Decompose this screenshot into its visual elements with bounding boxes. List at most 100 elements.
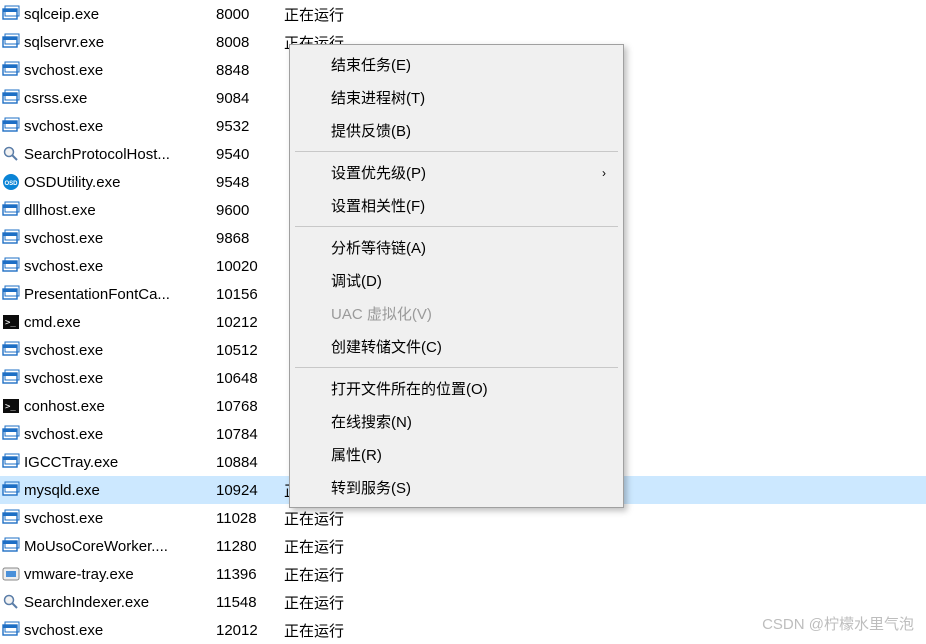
process-status-cell[interactable]: 正在运行 xyxy=(280,592,926,613)
process-name-cell[interactable]: svchost.exe xyxy=(0,61,212,79)
process-name-cell[interactable]: SearchProtocolHost... xyxy=(0,145,212,163)
context-menu[interactable]: 结束任务(E) 结束进程树(T) 提供反馈(B) 设置优先级(P)›设置相关性(F) 分… xyxy=(289,44,624,508)
menu-item[interactable]: 创建转储文件(C) xyxy=(293,330,620,363)
process-name-cell[interactable]: OSD OSDUtility.exe xyxy=(0,173,212,191)
window-icon xyxy=(2,425,20,443)
menu-item[interactable]: 提供反馈(B) xyxy=(293,114,620,147)
process-row[interactable]: vmware-tray.exe11396正在运行 xyxy=(0,560,926,588)
process-name-cell[interactable]: svchost.exe xyxy=(0,621,212,639)
process-pid-cell[interactable]: 10784 xyxy=(212,426,280,443)
process-row[interactable]: sqlceip.exe8000正在运行 xyxy=(0,0,926,28)
process-name-cell[interactable]: sqlceip.exe xyxy=(0,5,212,23)
process-pid-cell[interactable]: 9600 xyxy=(212,202,280,219)
process-status-cell[interactable]: 正在运行 xyxy=(280,564,926,585)
window-icon xyxy=(2,369,20,387)
process-pid-cell[interactable]: 10156 xyxy=(212,286,280,303)
process-name-cell[interactable]: svchost.exe xyxy=(0,341,212,359)
menu-item[interactable]: 打开文件所在的位置(O) xyxy=(293,372,620,405)
process-name-label: svchost.exe xyxy=(24,258,103,275)
process-pid-label: 10212 xyxy=(216,314,258,331)
process-name-label: svchost.exe xyxy=(24,230,103,247)
process-pid-cell[interactable]: 10768 xyxy=(212,398,280,415)
process-pid-label: 9084 xyxy=(216,90,249,107)
menu-item-label: UAC 虚拟化(V) xyxy=(331,306,432,323)
process-name-cell[interactable]: svchost.exe xyxy=(0,425,212,443)
svg-text:OSD: OSD xyxy=(4,181,18,187)
process-pid-cell[interactable]: 10512 xyxy=(212,342,280,359)
process-pid-cell[interactable]: 12012 xyxy=(212,622,280,639)
menu-item[interactable]: 分析等待链(A) xyxy=(293,231,620,264)
process-name-cell[interactable]: csrss.exe xyxy=(0,89,212,107)
process-row[interactable]: SearchIndexer.exe11548正在运行 xyxy=(0,588,926,616)
window-icon xyxy=(2,537,20,555)
process-name-cell[interactable]: MoUsoCoreWorker.... xyxy=(0,537,212,555)
process-pid-label: 10512 xyxy=(216,342,258,359)
window-icon xyxy=(2,33,20,51)
process-pid-label: 8848 xyxy=(216,62,249,79)
process-pid-cell[interactable]: 10924 xyxy=(212,482,280,499)
menu-item[interactable]: 转到服务(S) xyxy=(293,471,620,504)
menu-item-label: 结束任务(E) xyxy=(331,57,411,74)
process-status-cell[interactable]: 正在运行 xyxy=(280,508,926,529)
process-pid-cell[interactable]: 11028 xyxy=(212,510,280,527)
menu-item[interactable]: 设置相关性(F) xyxy=(293,189,620,222)
process-name-cell[interactable]: IGCCTray.exe xyxy=(0,453,212,471)
process-name-label: cmd.exe xyxy=(24,314,81,331)
process-pid-cell[interactable]: 8000 xyxy=(212,6,280,23)
process-pid-cell[interactable]: 9540 xyxy=(212,146,280,163)
process-pid-cell[interactable]: 11396 xyxy=(212,566,280,583)
chevron-right-icon: › xyxy=(602,166,606,180)
menu-item[interactable]: 属性(R) xyxy=(293,438,620,471)
menu-item[interactable]: 结束进程树(T) xyxy=(293,81,620,114)
svg-text:>_: >_ xyxy=(5,318,16,328)
process-pid-cell[interactable]: 10020 xyxy=(212,258,280,275)
process-pid-cell[interactable]: 11280 xyxy=(212,538,280,555)
menu-item-label: 打开文件所在的位置(O) xyxy=(331,381,488,398)
process-name-cell[interactable]: svchost.exe xyxy=(0,369,212,387)
process-name-cell[interactable]: PresentationFontCa... xyxy=(0,285,212,303)
window-icon xyxy=(2,5,20,23)
menu-item[interactable]: 结束任务(E) xyxy=(293,48,620,81)
process-name-cell[interactable]: sqlservr.exe xyxy=(0,33,212,51)
process-name-label: svchost.exe xyxy=(24,342,103,359)
process-name-cell[interactable]: SearchIndexer.exe xyxy=(0,593,212,611)
process-name-cell[interactable]: svchost.exe xyxy=(0,509,212,527)
process-row[interactable]: svchost.exe11028正在运行 xyxy=(0,504,926,532)
process-pid-cell[interactable]: 9084 xyxy=(212,90,280,107)
process-pid-cell[interactable]: 9532 xyxy=(212,118,280,135)
process-pid-label: 10768 xyxy=(216,398,258,415)
process-name-cell[interactable]: svchost.exe xyxy=(0,117,212,135)
menu-item-label: 结束进程树(T) xyxy=(331,90,425,107)
process-name-cell[interactable]: mysqld.exe xyxy=(0,481,212,499)
process-pid-label: 11280 xyxy=(216,538,257,555)
menu-item[interactable]: 调试(D) xyxy=(293,264,620,297)
process-name-cell[interactable]: svchost.exe xyxy=(0,257,212,275)
menu-item-label: 分析等待链(A) xyxy=(331,240,426,257)
process-pid-cell[interactable]: 9548 xyxy=(212,174,280,191)
process-status-cell[interactable]: 正在运行 xyxy=(280,536,926,557)
process-pid-label: 10924 xyxy=(216,482,258,499)
process-pid-cell[interactable]: 8848 xyxy=(212,62,280,79)
process-name-label: OSDUtility.exe xyxy=(24,174,120,191)
menu-item[interactable]: 设置优先级(P)› xyxy=(293,156,620,189)
cmd-icon: >_ xyxy=(2,397,20,415)
process-pid-cell[interactable]: 10884 xyxy=(212,454,280,471)
process-row[interactable]: MoUsoCoreWorker....11280 正在运行 xyxy=(0,532,926,560)
process-name-cell[interactable]: >_ cmd.exe xyxy=(0,313,212,331)
process-pid-cell[interactable]: 8008 xyxy=(212,34,280,51)
process-name-cell[interactable]: >_conhost.exe xyxy=(0,397,212,415)
process-name-cell[interactable]: vmware-tray.exe xyxy=(0,565,212,583)
menu-item[interactable]: 在线搜索(N) xyxy=(293,405,620,438)
process-pid-cell[interactable]: 10212 xyxy=(212,314,280,331)
svg-text:>_: >_ xyxy=(5,402,16,412)
process-pid-label: 9868 xyxy=(216,230,249,247)
process-pid-cell[interactable]: 11548 xyxy=(212,594,280,611)
process-name-cell[interactable]: dllhost.exe xyxy=(0,201,212,219)
process-pid-cell[interactable]: 9868 xyxy=(212,230,280,247)
process-name-cell[interactable]: svchost.exe xyxy=(0,229,212,247)
process-status-cell[interactable]: 正在运行 xyxy=(280,4,926,25)
process-pid-label: 10884 xyxy=(216,454,258,471)
process-name-label: svchost.exe xyxy=(24,62,103,79)
process-pid-cell[interactable]: 10648 xyxy=(212,370,280,387)
window-icon xyxy=(2,117,20,135)
